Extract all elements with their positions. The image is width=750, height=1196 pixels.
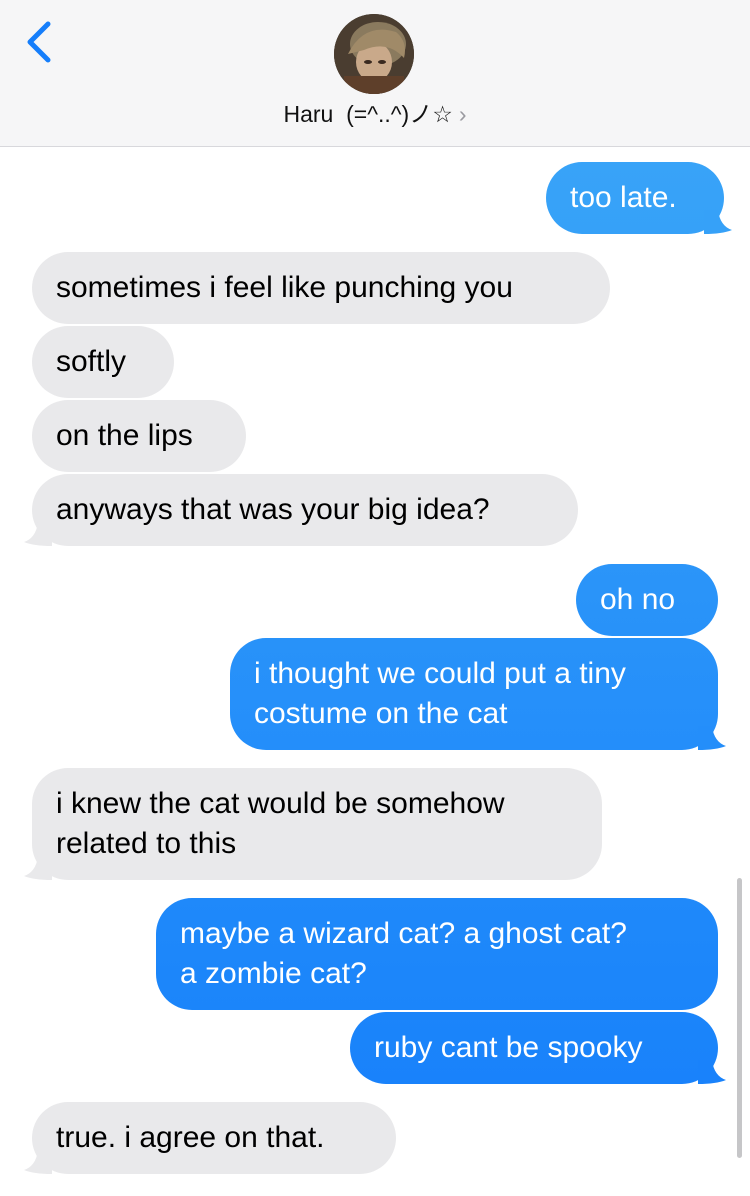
chevron-left-icon (27, 21, 51, 63)
incoming-message-bubble[interactable]: sometimes i feel like punching you (32, 252, 610, 324)
message-text-line: i thought we could put a tiny (254, 657, 626, 690)
contact-avatar[interactable] (334, 14, 414, 94)
incoming-message-bubble[interactable]: anyways that was your big idea? (24, 474, 578, 546)
message-text-line: costume on the cat (254, 697, 508, 730)
message-text-line: on the lips (56, 419, 193, 452)
message-text-line: softly (56, 345, 127, 378)
message-text-line: ruby cant be spooky (374, 1031, 643, 1064)
outgoing-message-bubble[interactable]: ruby cant be spooky (350, 1012, 726, 1084)
outgoing-message-bubble[interactable]: oh no (576, 564, 718, 636)
bubble-tail (24, 522, 52, 546)
message-text-line: oh no (600, 583, 676, 616)
incoming-message-bubble[interactable]: i knew the cat would be somehow related t… (24, 768, 602, 880)
avatar-image (334, 14, 414, 94)
outgoing-message-bubble[interactable]: i thought we could put a tiny costume on … (230, 638, 726, 750)
bubble-tail (704, 210, 732, 234)
message-text-line: related to this (56, 827, 237, 860)
contact-name: Haru (=^..^)ノ☆ (283, 101, 453, 127)
incoming-message-bubble[interactable]: on the lips (32, 400, 246, 472)
contact-name-button[interactable]: Haru (=^..^)ノ☆ › (0, 95, 750, 129)
outgoing-message-bubble[interactable]: maybe a wizard cat? a ghost cat? a zombie… (156, 898, 718, 1010)
conversation-header: Haru (=^..^)ノ☆ › (0, 0, 750, 147)
bubble-tail (698, 1060, 726, 1084)
bubble-tail (24, 1150, 52, 1174)
message-text-line: a zombie cat? (180, 957, 367, 990)
message-text-line: true. i agree on that. (56, 1121, 325, 1154)
incoming-message-bubble[interactable]: softly (32, 326, 174, 398)
message-text-line: maybe a wizard cat? a ghost cat? (180, 917, 627, 950)
message-text-line: too late. (570, 181, 677, 214)
incoming-message-bubble[interactable]: true. i agree on that. (24, 1102, 396, 1174)
message-text-line: anyways that was your big idea? (56, 493, 490, 526)
bubble-tail (24, 856, 52, 880)
message-text-line: i knew the cat would be somehow (56, 787, 505, 820)
message-text-line: sometimes i feel like punching you (56, 271, 513, 304)
bubble-tail (698, 726, 726, 750)
outgoing-message-bubble[interactable]: too late. (546, 162, 732, 234)
back-button[interactable] (18, 18, 62, 66)
chevron-right-icon: › (458, 101, 467, 127)
scrollbar[interactable] (737, 878, 742, 1158)
